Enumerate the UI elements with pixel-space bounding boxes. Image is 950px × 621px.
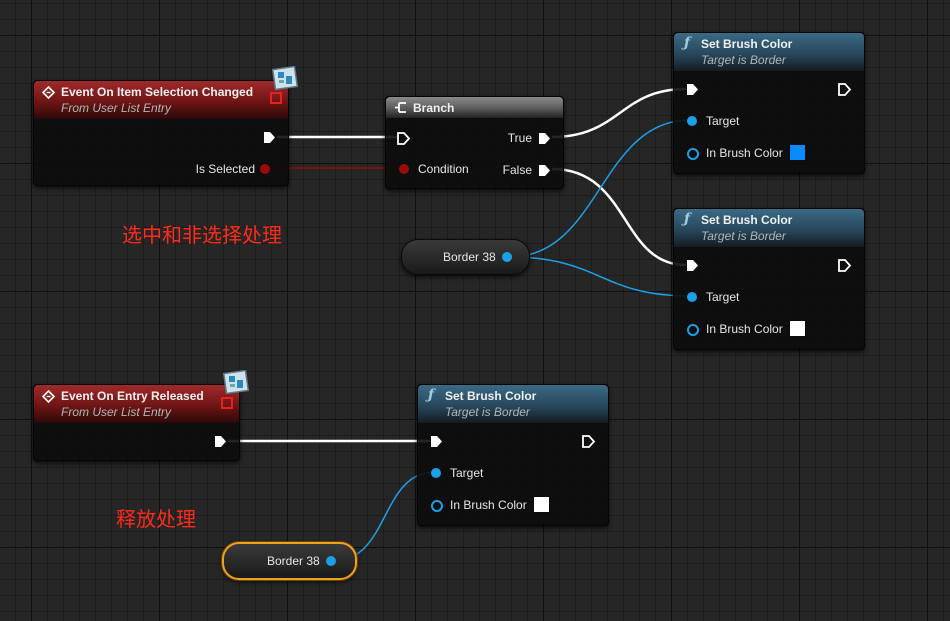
exec-in-pin[interactable] [430, 435, 443, 448]
pin-label-in-brush-color: In Brush Color [706, 322, 783, 336]
pin-label-target: Target [706, 114, 740, 128]
exec-out-pin-true[interactable] [538, 132, 551, 145]
brush-color-swatch[interactable] [789, 320, 806, 337]
node-title: Event On Item Selection Changed [61, 85, 254, 99]
bool-out-pin[interactable] [260, 164, 270, 174]
function-icon: ƒ [684, 35, 691, 51]
event-on-entry-released-node[interactable]: Event On Entry Released From User List E… [33, 384, 240, 461]
exec-out-pin[interactable] [838, 83, 851, 96]
branch-icon [394, 101, 408, 116]
color-in-pin[interactable] [687, 148, 699, 160]
comment-release: 释放处理 [116, 507, 196, 531]
event-diamond-icon [41, 389, 56, 405]
function-node-header: ƒ Set Brush Color Target is Border [674, 33, 864, 71]
pin-label-true: True [507, 131, 532, 145]
variable-label: Border 38 [267, 554, 320, 568]
node-title: Set Brush Color [701, 37, 793, 51]
object-out-pin[interactable] [502, 252, 512, 262]
widget-designer-icon [271, 65, 299, 91]
function-icon: ƒ [684, 211, 691, 227]
exec-out-pin-false[interactable] [538, 164, 551, 177]
pin-label-target: Target [450, 466, 484, 480]
branch-node-header: Branch [386, 97, 563, 118]
delegate-pin[interactable] [270, 92, 282, 104]
node-title: Set Brush Color [445, 389, 537, 403]
delegate-pin[interactable] [221, 397, 233, 409]
widget-designer-icon [222, 369, 250, 395]
node-title: Set Brush Color [701, 213, 793, 227]
brush-color-swatch[interactable] [789, 144, 806, 161]
color-in-pin[interactable] [431, 500, 443, 512]
function-icon: ƒ [428, 387, 435, 403]
function-node-header: ƒ Set Brush Color Target is Border [674, 209, 864, 247]
pin-label-in-brush-color: In Brush Color [450, 498, 527, 512]
node-subtitle: Target is Border [445, 405, 530, 419]
object-wire-border-to-target2 [509, 256, 691, 297]
pin-label-condition: Condition [418, 162, 469, 176]
pin-label-target: Target [706, 290, 740, 304]
color-in-pin[interactable] [687, 324, 699, 336]
brush-color-swatch[interactable] [533, 496, 550, 513]
pin-label-false: False [502, 163, 532, 177]
exec-wire-false-to-set2 [551, 167, 687, 267]
event-node-header: Event On Entry Released From User List E… [34, 385, 239, 423]
exec-in-pin[interactable] [397, 132, 410, 145]
pin-label-is-selected: Is Selected [195, 162, 255, 176]
event-node-header: Event On Item Selection Changed From Use… [34, 81, 288, 119]
exec-in-pin[interactable] [686, 83, 699, 96]
exec-wire-true-to-set1 [551, 87, 687, 139]
node-subtitle: Target is Border [701, 229, 786, 243]
node-subtitle: From User List Entry [61, 101, 172, 115]
comment-selection: 选中和非选择处理 [122, 223, 282, 247]
event-on-item-selection-changed-node[interactable]: Event On Item Selection Changed From Use… [33, 80, 289, 186]
exec-out-pin[interactable] [582, 435, 595, 448]
set-brush-color-node-1[interactable]: ƒ Set Brush Color Target is Border Targe… [673, 32, 865, 174]
branch-node[interactable]: Branch Condition True False [385, 96, 564, 189]
condition-in-pin[interactable] [399, 164, 409, 174]
target-in-pin[interactable] [431, 468, 441, 478]
exec-in-pin[interactable] [686, 259, 699, 272]
set-brush-color-node-2[interactable]: ƒ Set Brush Color Target is Border Targe… [673, 208, 865, 350]
border-variable-node-2[interactable]: Border 38 [222, 542, 357, 580]
pin-label-in-brush-color: In Brush Color [706, 146, 783, 160]
set-brush-color-node-3[interactable]: ƒ Set Brush Color Target is Border Targe… [417, 384, 609, 526]
node-title: Event On Entry Released [61, 389, 204, 403]
node-subtitle: Target is Border [701, 53, 786, 67]
variable-label: Border 38 [443, 250, 496, 264]
target-in-pin[interactable] [687, 116, 697, 126]
function-node-header: ƒ Set Brush Color Target is Border [418, 385, 608, 423]
event-diamond-icon [41, 85, 56, 101]
node-title: Branch [413, 101, 455, 115]
exec-out-pin[interactable] [263, 131, 276, 144]
target-in-pin[interactable] [687, 292, 697, 302]
exec-out-pin[interactable] [214, 435, 227, 448]
border-variable-node-1[interactable]: Border 38 [401, 239, 530, 275]
node-subtitle: From User List Entry [61, 405, 172, 419]
object-out-pin[interactable] [326, 556, 336, 566]
exec-out-pin[interactable] [838, 259, 851, 272]
